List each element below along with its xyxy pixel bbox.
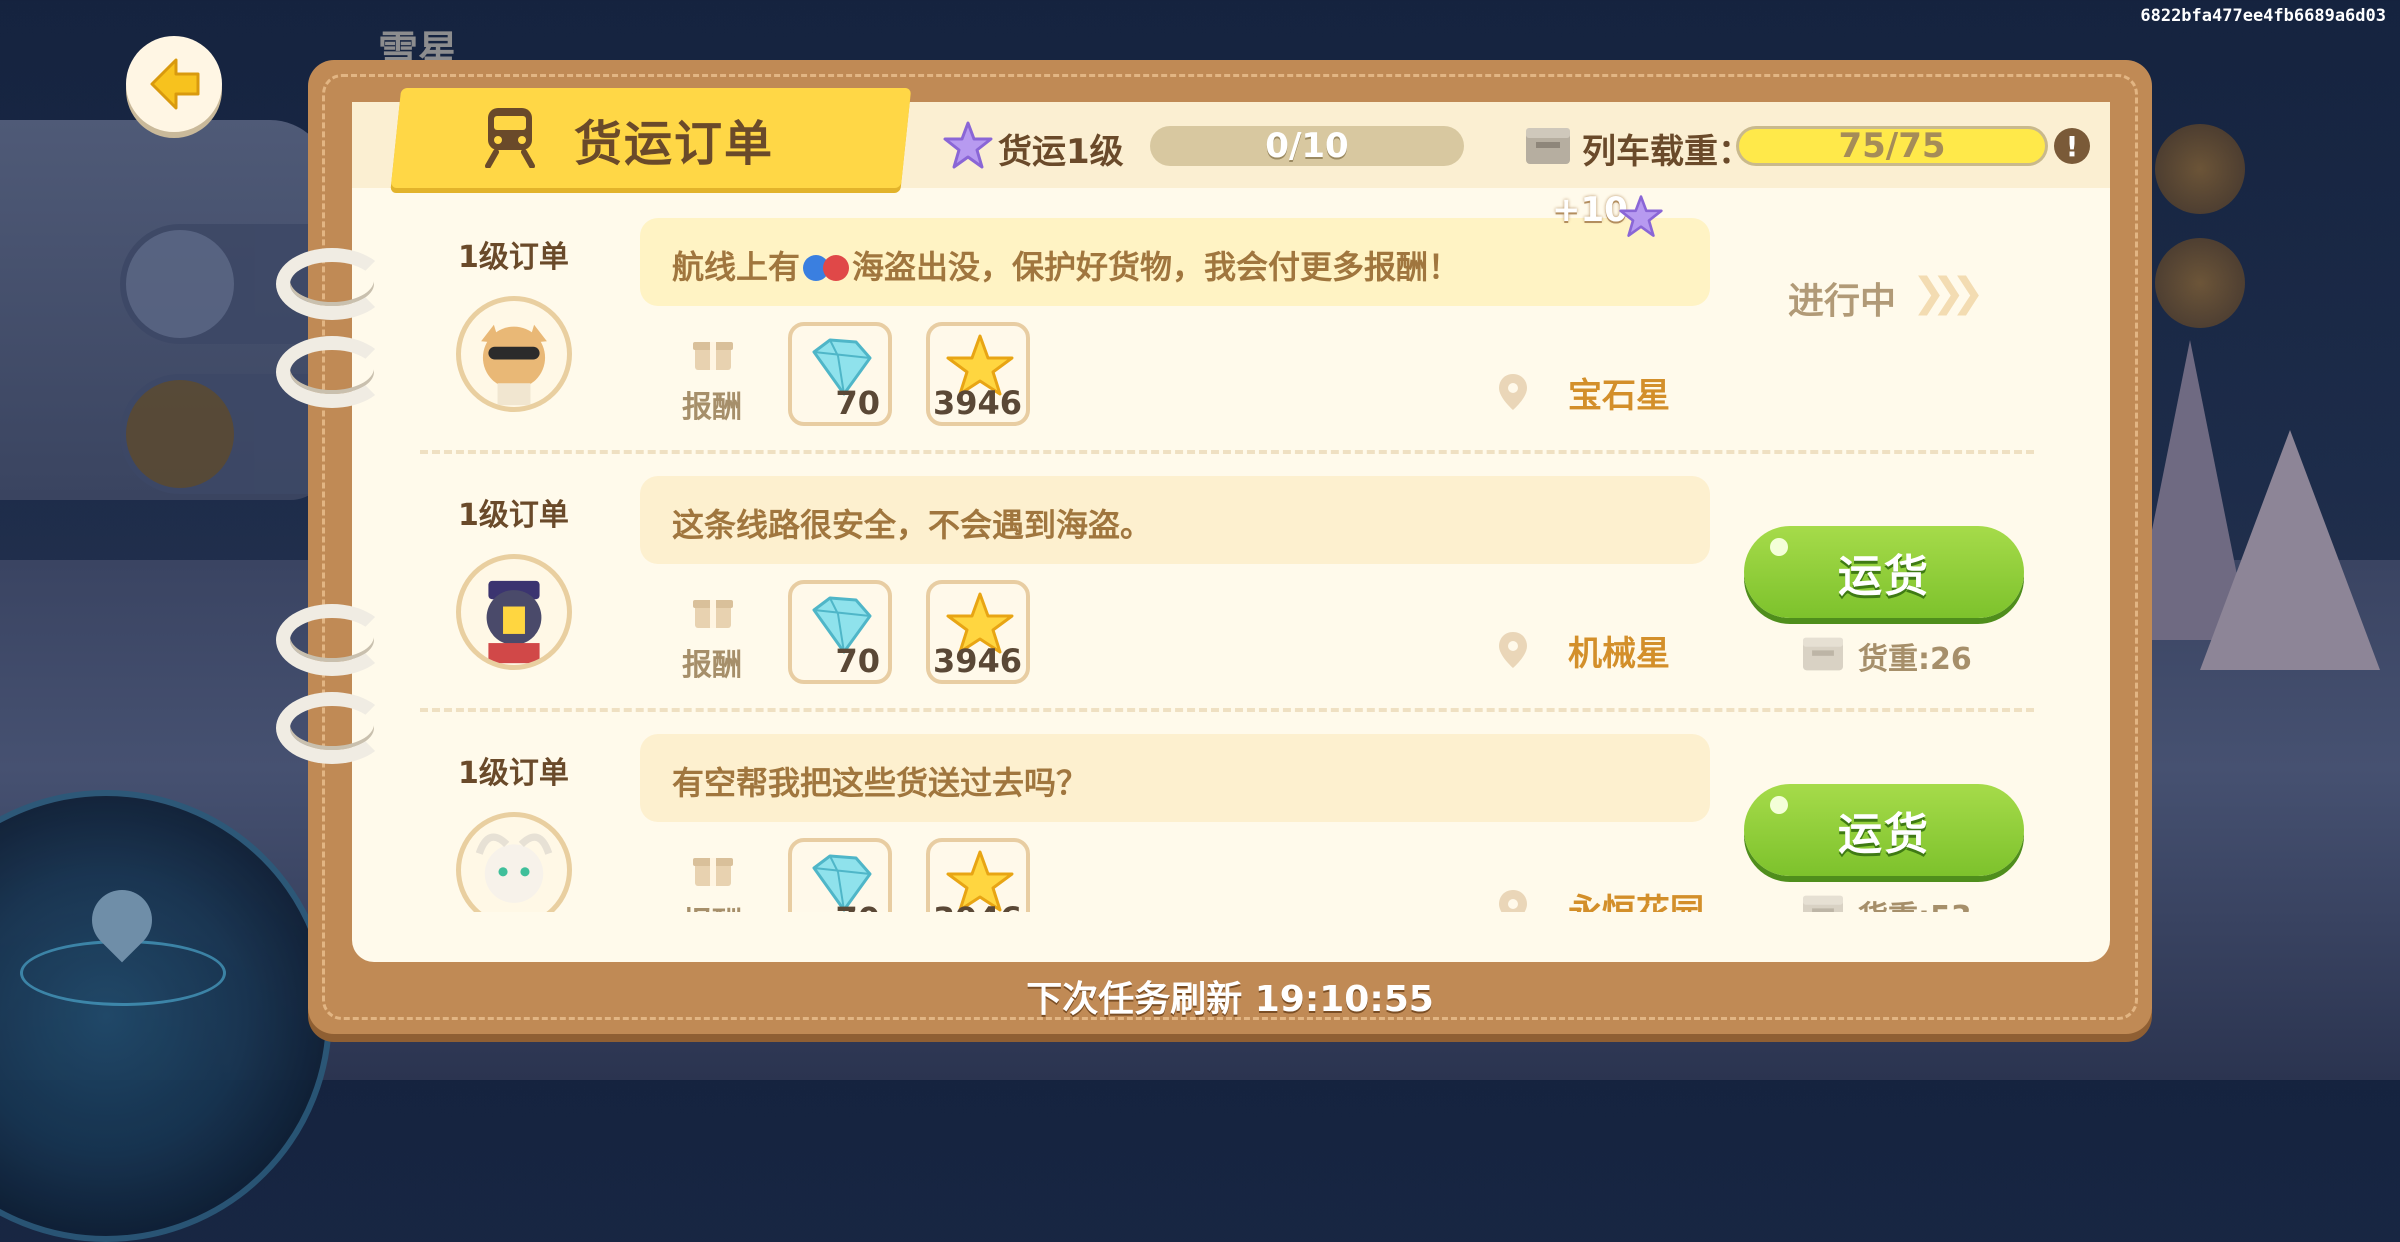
train-icon bbox=[485, 108, 535, 168]
button-gloss bbox=[1770, 796, 1788, 814]
freight-level-progress-text: 0/10 bbox=[1265, 126, 1349, 166]
train-load-fill: 75/75 bbox=[1739, 126, 2045, 166]
row-divider bbox=[420, 708, 2034, 712]
ship-button-label: 运货 bbox=[1838, 551, 1930, 602]
freight-level-label: 货运1级 bbox=[998, 132, 1124, 172]
crate-icon bbox=[126, 380, 234, 488]
reward-qty: 70 bbox=[835, 642, 880, 680]
avatar bbox=[456, 296, 572, 412]
reward-qty: 3946 bbox=[932, 642, 1022, 680]
freight-level-progress: 0/10 bbox=[1150, 126, 1464, 166]
train-load-bar: 75/75 bbox=[1736, 126, 2048, 166]
back-button[interactable] bbox=[126, 36, 222, 132]
cargo-box-icon bbox=[1803, 895, 1843, 912]
back-arrow-icon bbox=[150, 58, 200, 110]
order-message: 这条线路很安全，不会遇到海盗。 bbox=[672, 506, 1153, 544]
destination-name: 机械星 bbox=[1568, 634, 1670, 674]
row-divider bbox=[420, 450, 2034, 454]
session-id: 6822bfa477ee4fb6689a6d03 bbox=[2140, 6, 2386, 26]
order-status: 进行中 bbox=[1788, 281, 1897, 322]
pirate-icon bbox=[803, 255, 850, 281]
train-load-label: 列车载重： bbox=[1582, 132, 1752, 172]
ship-button-label: 运货 bbox=[1838, 809, 1930, 860]
ship-button[interactable]: 运货 bbox=[1744, 784, 2024, 876]
crystal-icon bbox=[126, 230, 234, 338]
cargo-box-icon bbox=[1803, 637, 1843, 671]
order-level: 1级订单 bbox=[458, 498, 569, 533]
bonus-amount: +10 bbox=[1552, 190, 1628, 230]
order-message-part: 航线上有 bbox=[672, 248, 801, 286]
reward-item-star[interactable]: 3946 bbox=[926, 838, 1030, 912]
cargo-weight: 货重:53 bbox=[1858, 892, 1972, 912]
page-title: 货运订单 bbox=[574, 116, 775, 172]
gift-icon bbox=[693, 600, 733, 628]
reward-item-diamond[interactable]: 70 bbox=[788, 580, 892, 684]
location-pin-icon bbox=[1499, 374, 1527, 410]
reward-item-star[interactable]: 3946 bbox=[926, 580, 1030, 684]
destination-name: 宝石星 bbox=[1568, 376, 1670, 416]
gift-icon bbox=[693, 858, 733, 886]
info-icon[interactable]: ! bbox=[2054, 128, 2090, 164]
reward-label: 报酬 bbox=[682, 898, 742, 912]
button-gloss bbox=[1770, 538, 1788, 556]
reward-qty: 70 bbox=[835, 900, 880, 912]
reward-qty: 70 bbox=[835, 384, 880, 422]
ship-button[interactable]: 运货 bbox=[1744, 526, 2024, 618]
gift-icon bbox=[693, 342, 733, 370]
bag-icon[interactable] bbox=[2155, 238, 2245, 328]
background-rock bbox=[2200, 430, 2380, 670]
avatar bbox=[456, 554, 572, 670]
reward-item-star[interactable]: 3946 bbox=[926, 322, 1030, 426]
reward-qty: 3946 bbox=[933, 900, 1022, 912]
destination-name: 永恒花园 bbox=[1568, 892, 1704, 912]
location-pin-icon bbox=[1499, 632, 1527, 668]
order-level: 1级订单 bbox=[458, 756, 569, 791]
avatar bbox=[456, 812, 572, 912]
order-message: 航线上有 海盗出没，保护好货物，我会付更多报酬！ bbox=[672, 242, 1460, 288]
reward-qty: 3946 bbox=[932, 384, 1022, 422]
cargo-weight: 货重:26 bbox=[1858, 642, 1972, 677]
cargo-box-icon bbox=[1526, 128, 1570, 164]
refresh-timer: 下次任务刷新 19:10:55 bbox=[1026, 979, 1434, 1020]
reward-label: 报酬 bbox=[682, 648, 742, 683]
location-pin-icon bbox=[1499, 890, 1527, 912]
reward-label: 报酬 bbox=[682, 390, 742, 425]
order-list[interactable]: 1级订单 航线上有 海盗出没，保护好货物，我会付更多报酬！ +10 报酬 70 3… bbox=[352, 188, 2110, 912]
trophy-icon[interactable] bbox=[2155, 124, 2245, 214]
purple-star-icon bbox=[1619, 195, 1663, 237]
progress-chevrons-icon: ❯❯❯ bbox=[1912, 270, 1984, 316]
order-level: 1级订单 bbox=[458, 240, 569, 275]
purple-star-icon bbox=[943, 121, 993, 169]
reward-item-diamond[interactable]: 70 bbox=[788, 838, 892, 912]
order-message-part: 海盗出没，保护好货物，我会付更多报酬！ bbox=[852, 248, 1461, 286]
reward-item-diamond[interactable]: 70 bbox=[788, 322, 892, 426]
train-load-text: 75/75 bbox=[1838, 126, 1946, 166]
order-message: 有空帮我把这些货送过去吗？ bbox=[672, 764, 1089, 802]
